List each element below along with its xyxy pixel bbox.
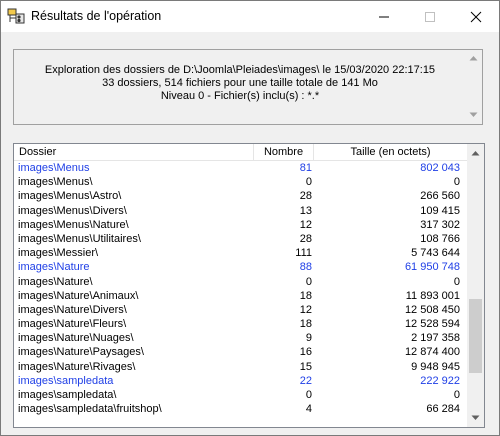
summary-box: Exploration des dossiers de D:\Joomla\Pl…: [13, 49, 483, 125]
window-title: Résultats de l'opération: [31, 9, 162, 23]
scroll-down-icon[interactable]: [471, 415, 480, 421]
count-cell: 12: [299, 303, 312, 316]
table-row[interactable]: images\sampledata 22 222 922: [14, 374, 467, 388]
size-cell: 0: [453, 275, 460, 288]
minimize-icon: [379, 16, 389, 17]
table-row[interactable]: images\Nature\Fleurs\ 18 12 528 594: [14, 317, 467, 331]
size-cell: 9 948 945: [411, 360, 460, 373]
list-rows: images\Menus 81 802 043 images\Menus\ 0 0 imag…: [14, 161, 467, 416]
close-icon: [470, 11, 482, 22]
folder-cell: images\Menus\: [18, 176, 93, 189]
table-row[interactable]: images\Menus\Nature\ 12 317 302: [14, 218, 467, 232]
size-cell: 11 893 001: [405, 289, 460, 302]
count-cell: 88: [299, 261, 312, 274]
folder-cell: images\Nature\Fleurs\: [18, 318, 127, 331]
table-row[interactable]: images\Nature\ 0 0: [14, 275, 467, 289]
count-cell: 0: [305, 176, 312, 189]
count-cell: 0: [305, 275, 312, 288]
count-cell: 9: [305, 332, 312, 345]
column-header-count[interactable]: Nombre: [254, 144, 314, 160]
column-header-folder[interactable]: Dossier: [14, 144, 254, 160]
size-cell: 2 197 358: [411, 332, 460, 345]
folder-cell: images\sampledata\: [18, 389, 117, 401]
scroll-up-icon[interactable]: [471, 150, 480, 156]
size-cell: 108 766: [420, 232, 460, 245]
size-cell: 0: [453, 176, 460, 189]
count-cell: 13: [299, 204, 312, 217]
column-header-size[interactable]: Taille (en octets): [314, 144, 467, 160]
close-button[interactable]: [453, 1, 499, 32]
results-list[interactable]: Dossier Nombre Taille (en octets) images…: [13, 143, 485, 428]
count-cell: 12: [299, 218, 312, 231]
folder-cell: images\Nature\Rivages\: [18, 360, 136, 373]
folder-cell: images\Messier\: [18, 247, 99, 260]
count-cell: 0: [305, 389, 312, 401]
table-row[interactable]: images\Messier\ 111 5 743 644: [14, 246, 467, 260]
summary-line-1: Exploration des dossiers de D:\Joomla\Pl…: [44, 64, 436, 76]
size-cell: 12 508 450: [404, 303, 460, 316]
list-scrollbar[interactable]: [467, 144, 484, 427]
table-row[interactable]: images\Nature\Nuages\ 9 2 197 358: [14, 331, 467, 345]
folder-cell: images\Menus\Utilitaires\: [18, 232, 141, 245]
count-cell: 28: [299, 190, 312, 203]
size-cell: 317 302: [420, 218, 460, 231]
folder-cell: images\sampledata\fruitshop\: [18, 403, 162, 416]
folder-cell: images\Menus: [18, 162, 90, 174]
minimize-button[interactable]: [361, 1, 407, 32]
table-row[interactable]: images\Nature\Rivages\ 15 9 948 945: [14, 360, 467, 374]
folder-cell: images\Nature\Animaux\: [18, 289, 139, 302]
table-row[interactable]: images\sampledata\ 0 0: [14, 388, 467, 402]
maximize-button[interactable]: [407, 1, 453, 32]
folder-cell: images\Nature\Paysages\: [18, 346, 144, 359]
table-row[interactable]: images\Menus\Divers\ 13 109 415: [14, 204, 467, 218]
scroll-up-icon[interactable]: [469, 55, 478, 61]
count-cell: 15: [299, 360, 312, 373]
list-header: Dossier Nombre Taille (en octets): [14, 144, 467, 161]
count-cell: 111: [295, 247, 312, 260]
count-cell: 81: [299, 162, 312, 174]
app-icon: [7, 8, 25, 24]
count-cell: 18: [299, 289, 312, 302]
scroll-thumb[interactable]: [469, 299, 482, 373]
folder-cell: images\Nature\Divers\: [18, 303, 127, 316]
size-cell: 66 284: [426, 403, 460, 416]
table-row[interactable]: images\sampledata\fruitshop\ 4 66 284: [14, 402, 467, 416]
folder-cell: images\Menus\Divers\: [18, 204, 127, 217]
count-cell: 22: [299, 374, 312, 387]
scroll-down-icon[interactable]: [469, 112, 478, 118]
summary-scrollbar[interactable]: [465, 50, 482, 124]
size-cell: 12 874 400: [404, 346, 460, 359]
folder-cell: images\Nature\Nuages\: [18, 332, 134, 345]
table-row[interactable]: images\Menus\Astro\ 28 266 560: [14, 189, 467, 203]
size-cell: 5 743 644: [411, 247, 460, 260]
size-cell: 222 922: [420, 374, 460, 387]
table-row[interactable]: images\Nature\Divers\ 12 12 508 450: [14, 303, 467, 317]
maximize-icon: [425, 11, 435, 22]
size-cell: 802 043: [420, 162, 460, 174]
title-bar[interactable]: Résultats de l'opération: [1, 1, 499, 32]
count-cell: 16: [299, 346, 312, 359]
size-cell: 0: [453, 389, 460, 401]
results-window: Résultats de l'opération Exploration des…: [0, 0, 500, 436]
size-cell: 61 950 748: [404, 261, 460, 274]
count-cell: 28: [299, 232, 312, 245]
size-cell: 266 560: [420, 190, 460, 203]
table-row[interactable]: images\Nature\Paysages\ 16 12 874 400: [14, 345, 467, 359]
size-cell: 12 528 594: [404, 318, 460, 331]
table-row[interactable]: images\Menus\ 0 0: [14, 175, 467, 189]
folder-cell: images\Menus\Astro\: [18, 190, 122, 203]
folder-cell: images\Nature: [18, 261, 90, 274]
size-cell: 109 415: [420, 204, 460, 217]
summary-line-2: 33 dossiers, 514 fichiers pour une taill…: [102, 77, 378, 89]
table-row[interactable]: images\Menus\Utilitaires\ 28 108 766: [14, 232, 467, 246]
folder-cell: images\sampledata: [18, 374, 114, 387]
folder-cell: images\Menus\Nature\: [18, 218, 129, 231]
count-cell: 4: [305, 403, 312, 416]
table-row[interactable]: images\Menus 81 802 043: [14, 161, 467, 175]
count-cell: 18: [299, 318, 312, 331]
table-row[interactable]: images\Nature\Animaux\ 18 11 893 001: [14, 289, 467, 303]
folder-cell: images\Nature\: [18, 275, 93, 288]
summary-line-3: Niveau 0 - Fichier(s) inclu(s) : *.*: [160, 90, 320, 102]
table-row[interactable]: images\Nature 88 61 950 748: [14, 260, 467, 274]
